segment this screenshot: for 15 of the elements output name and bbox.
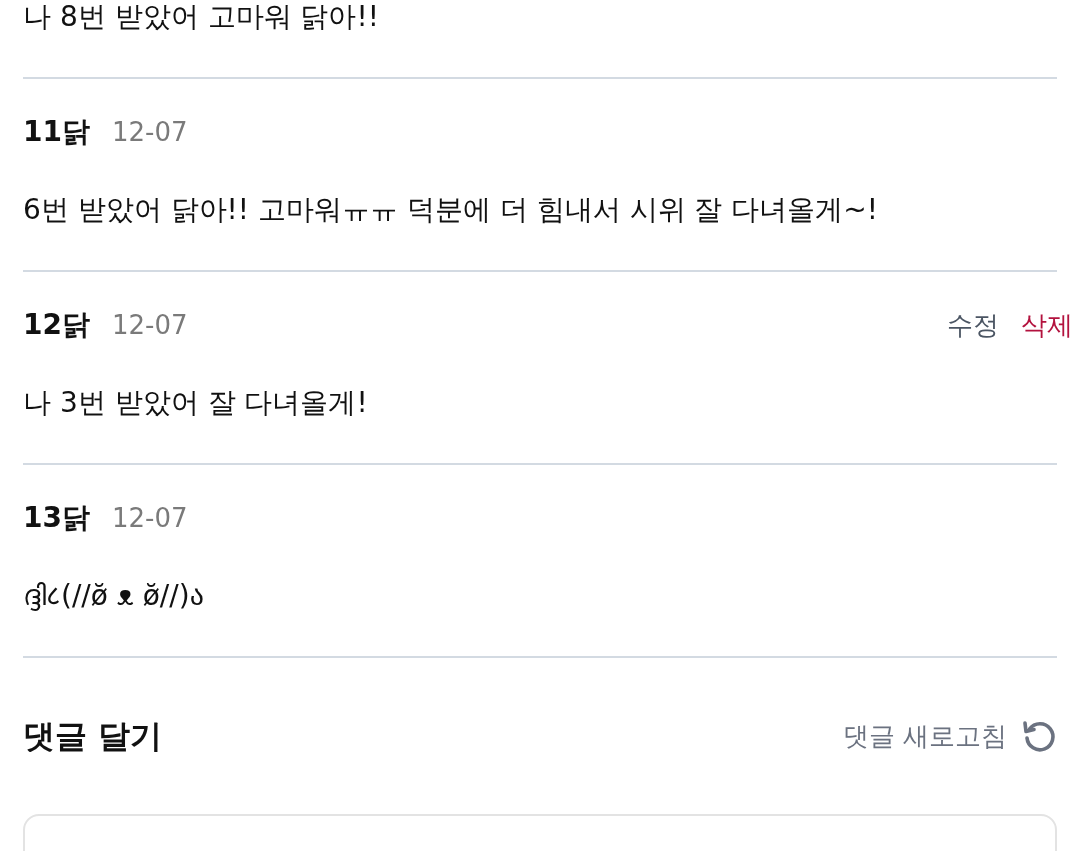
refresh-icon	[1021, 718, 1057, 754]
comment-author: 13닭	[23, 500, 90, 536]
comment-date: 12-07	[111, 502, 188, 535]
comment-date: 12-07	[111, 116, 188, 149]
comment-author: 11닭	[23, 114, 90, 150]
delete-button[interactable]: 삭제	[1021, 305, 1073, 345]
section-title: 댓글 달기	[23, 716, 163, 756]
comment-text: 나 8번 받았어 고마워 닭아!!	[23, 0, 380, 35]
comment-text: ദ്ദി८(//ø̆ ᴥ ø̆//)ა	[23, 578, 205, 614]
edit-button[interactable]: 수정	[947, 305, 999, 345]
refresh-button[interactable]: 댓글 새로고침	[842, 716, 1057, 756]
comment-author: 12닭	[23, 307, 90, 343]
comment-date: 12-07	[111, 309, 188, 342]
comment-text: 나 3번 받았어 잘 다녀올게!	[23, 385, 369, 421]
comment-text: 6번 받았어 닭아!! 고마워ㅠㅠ 덕분에 더 힘내서 시위 잘 다녀올게~!	[23, 192, 880, 228]
